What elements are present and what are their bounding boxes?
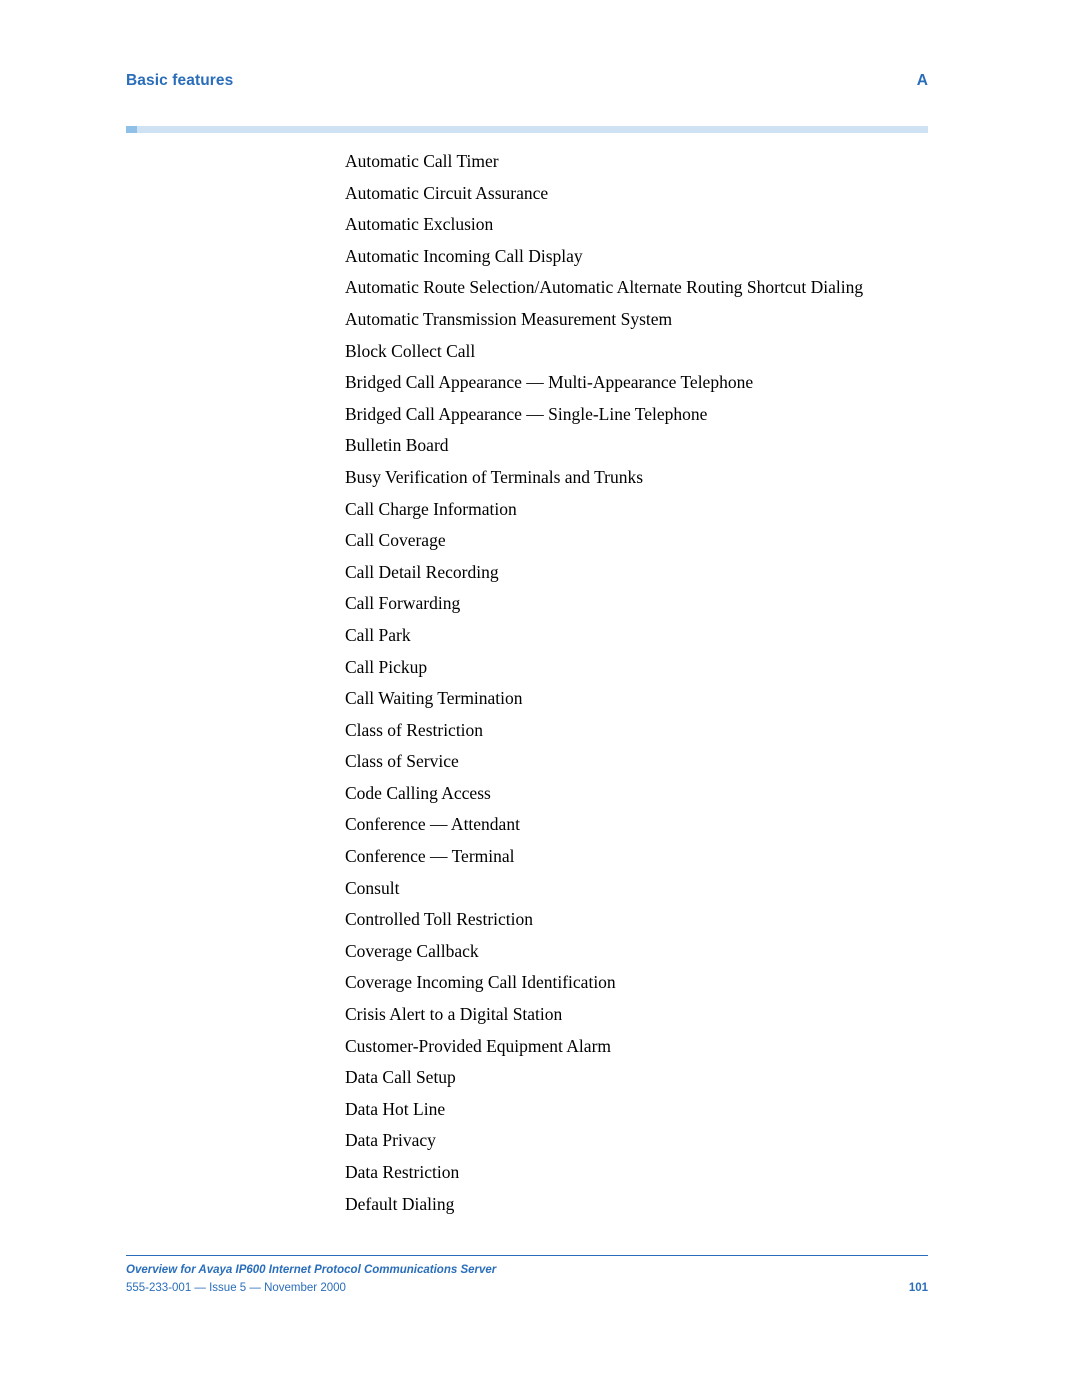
- list-item: Call Forwarding: [345, 593, 461, 614]
- list-item: Class of Service: [345, 751, 459, 772]
- list-item: Customer-Provided Equipment Alarm: [345, 1035, 612, 1056]
- list-item: Automatic Route Selection/Automatic Alte…: [345, 277, 864, 298]
- list-item: Automatic Incoming Call Display: [345, 245, 583, 266]
- list-item: Class of Restriction: [345, 719, 484, 740]
- list-item: Automatic Exclusion: [345, 214, 494, 235]
- list-item: Call Pickup: [345, 656, 428, 677]
- section-letter: A: [916, 72, 928, 89]
- list-item: Data Call Setup: [345, 1067, 456, 1088]
- list-item: Code Calling Access: [345, 782, 491, 803]
- list-item: Automatic Circuit Assurance: [345, 182, 549, 203]
- footer-document-info: 555-233-001 — Issue 5 — November 2000: [126, 1282, 346, 1294]
- page-header: Basic features A: [126, 72, 928, 98]
- list-item: Call Waiting Termination: [345, 688, 523, 709]
- list-item: Data Hot Line: [345, 1098, 446, 1119]
- page-title: Basic features: [126, 72, 234, 89]
- footer-divider: [126, 1255, 928, 1256]
- list-item: Call Charge Information: [345, 498, 517, 519]
- list-item: Default Dialing: [345, 1193, 455, 1214]
- list-item: Conference — Terminal: [345, 846, 515, 867]
- list-item: Call Coverage: [345, 530, 446, 551]
- footer-document-title: Overview for Avaya IP600 Internet Protoc…: [126, 1264, 497, 1276]
- document-page: Basic features A Automatic Call Timer Aut…: [0, 0, 1080, 1397]
- footer-page-number: 101: [908, 1282, 928, 1294]
- list-item: Crisis Alert to a Digital Station: [345, 1004, 563, 1025]
- list-item: Controlled Toll Restriction: [345, 909, 534, 930]
- list-item: Consult: [345, 877, 400, 898]
- list-item: Data Restriction: [345, 1162, 460, 1182]
- list-item: Data Privacy: [345, 1130, 436, 1151]
- list-item: Coverage Callback: [345, 940, 479, 961]
- header-divider-accent: [126, 126, 137, 133]
- list-item: Conference — Attendant: [345, 814, 520, 835]
- list-item: Busy Verification of Terminals and Trunk…: [345, 466, 644, 487]
- list-item: Bridged Call Appearance — Multi-Appearan…: [345, 372, 754, 393]
- list-item: Bridged Call Appearance — Single-Line Te…: [345, 403, 708, 424]
- list-item: Coverage Incoming Call Identification: [345, 972, 616, 993]
- list-item: Automatic Transmission Measurement Syste…: [345, 308, 673, 329]
- list-item: Call Detail Recording: [345, 561, 499, 582]
- header-divider: [126, 126, 928, 133]
- list-item: Bulletin Board: [345, 435, 449, 456]
- list-item: Block Collect Call: [345, 340, 476, 361]
- feature-list: Automatic Call Timer Automatic Circuit As…: [345, 146, 928, 1220]
- list-item: Automatic Call Timer: [345, 151, 499, 171]
- list-item: Call Park: [345, 624, 411, 645]
